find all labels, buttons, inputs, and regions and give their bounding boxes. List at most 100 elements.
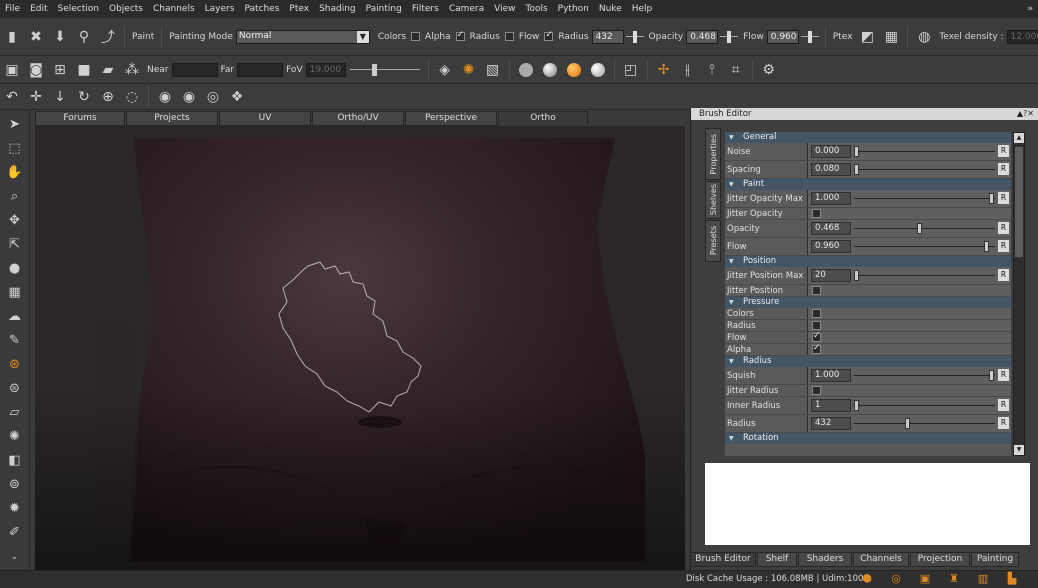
section-paint[interactable]: Paint xyxy=(725,179,1011,190)
new-file-icon[interactable]: ▮ xyxy=(2,27,22,47)
menu-item-view[interactable]: View xyxy=(489,4,520,14)
fill-icon[interactable]: ⊚ xyxy=(5,475,25,494)
opacity-field[interactable]: 0.468 xyxy=(686,29,719,44)
property-checkbox[interactable] xyxy=(812,343,821,354)
property-checkbox[interactable] xyxy=(812,386,821,395)
reset-button[interactable]: R xyxy=(998,369,1009,381)
property-slider[interactable] xyxy=(854,169,995,170)
reset-button[interactable]: R xyxy=(998,222,1009,234)
sponge-icon[interactable]: ✹ xyxy=(5,499,25,518)
painting-mode-select[interactable]: Normal ▼ xyxy=(235,29,370,44)
flow-checkbox[interactable] xyxy=(544,30,554,41)
section-rotation[interactable]: Rotation xyxy=(725,433,1011,444)
property-slider[interactable] xyxy=(854,198,995,199)
menu-item-channels[interactable]: Channels xyxy=(148,4,200,14)
globe-icon[interactable]: ◍ xyxy=(914,27,934,47)
texel-density-field[interactable]: 12.000 xyxy=(1006,29,1038,44)
flow-field[interactable]: 0.960 xyxy=(766,29,799,44)
library-icon[interactable]: ▥ xyxy=(974,572,992,586)
property-value-field[interactable]: 0.000 xyxy=(811,145,851,158)
rotate-icon[interactable]: ↻ xyxy=(74,87,94,107)
bottom-tab-shelf[interactable]: Shelf xyxy=(757,552,797,567)
chevron-down-icon[interactable]: ▼ xyxy=(356,30,369,43)
far-field[interactable] xyxy=(237,62,284,77)
lasso-icon[interactable]: ◌ xyxy=(122,87,142,107)
eye-outline-icon[interactable]: ◎ xyxy=(203,87,223,107)
alpha-checkbox[interactable] xyxy=(455,30,465,41)
sphere-shaded-icon[interactable] xyxy=(542,62,557,77)
property-slider[interactable] xyxy=(854,228,995,229)
colors-checkbox[interactable] xyxy=(411,32,421,41)
slider-thumb[interactable] xyxy=(917,223,923,234)
side-tab-properties[interactable]: Properties xyxy=(705,128,721,180)
bucket-icon[interactable]: ▙ xyxy=(1003,572,1021,586)
solid-cube-icon[interactable]: ■ xyxy=(74,60,94,80)
reset-button[interactable]: R xyxy=(998,192,1009,204)
marquee-select-icon[interactable]: ⬚ xyxy=(5,139,25,158)
fov-slider[interactable] xyxy=(349,63,420,76)
import-icon[interactable]: ⬇ xyxy=(50,27,70,47)
section-pressure[interactable]: Pressure xyxy=(725,297,1011,308)
gradient-icon[interactable]: ◧ xyxy=(5,451,25,470)
snap-icon[interactable]: ⚙ xyxy=(759,60,779,80)
target-icon[interactable]: ◎ xyxy=(887,572,905,586)
tab-forums[interactable]: Forums xyxy=(35,111,125,126)
expand-icon[interactable]: ⌄ xyxy=(5,547,25,566)
panel-window-controls[interactable]: ▲?✕ xyxy=(1017,108,1034,120)
sphere-specular-icon[interactable] xyxy=(590,62,605,77)
link-icon[interactable]: ⚲ xyxy=(74,27,94,47)
opacity-slider[interactable] xyxy=(720,30,739,43)
bottom-tab-channels[interactable]: Channels xyxy=(853,552,909,567)
menu-item-patches[interactable]: Patches xyxy=(239,4,284,14)
property-value-field[interactable]: 432 xyxy=(811,417,851,430)
eyedropper-icon[interactable]: ✐ xyxy=(5,523,25,542)
render-icon[interactable]: ◰ xyxy=(621,60,641,80)
hand-icon[interactable]: ✋ xyxy=(5,163,25,182)
menu-item-edit[interactable]: Edit xyxy=(25,4,52,14)
property-checkbox[interactable] xyxy=(812,309,821,318)
book-icon[interactable]: ▰ xyxy=(98,60,118,80)
frame-icon[interactable]: ▣ xyxy=(916,572,934,586)
menu-item-objects[interactable]: Objects xyxy=(104,4,148,14)
property-slider[interactable] xyxy=(854,423,995,424)
move-icon[interactable]: ✛ xyxy=(26,87,46,107)
tab-ortho-uv[interactable]: Ortho/UV xyxy=(312,111,404,126)
menu-item-selection[interactable]: Selection xyxy=(53,4,104,14)
menu-item-python[interactable]: Python xyxy=(553,4,594,14)
reset-button[interactable]: R xyxy=(998,417,1009,429)
pan-icon[interactable]: ✥ xyxy=(5,211,25,230)
blur-icon[interactable]: ✺ xyxy=(5,427,25,446)
cube-icon[interactable]: ▣ xyxy=(2,60,22,80)
reset-button[interactable]: R xyxy=(998,163,1009,175)
flow-slider[interactable] xyxy=(800,30,819,43)
tab-perspective[interactable]: Perspective xyxy=(405,111,497,126)
menu-item-painting[interactable]: Painting xyxy=(361,4,407,14)
menu-item-layers[interactable]: Layers xyxy=(200,4,240,14)
eraser-icon[interactable]: ▱ xyxy=(5,403,25,422)
menu-item-nuke[interactable]: Nuke xyxy=(594,4,627,14)
ptex-grid-icon[interactable]: ▦ xyxy=(881,27,901,47)
property-checkbox[interactable] xyxy=(812,286,821,295)
grass-icon[interactable]: ⁂ xyxy=(122,60,142,80)
scroll-down-icon[interactable]: ▼ xyxy=(1014,445,1024,455)
menu-overflow-icon[interactable]: » xyxy=(1022,4,1038,14)
property-value-field[interactable]: 20 xyxy=(811,269,851,282)
bottom-tab-brush-editor[interactable]: Brush Editor xyxy=(690,552,756,567)
camera-icon[interactable]: ◙ xyxy=(26,60,46,80)
scroll-thumb[interactable] xyxy=(1015,147,1023,257)
share-icon[interactable]: ⤴ xyxy=(98,27,118,47)
slider-thumb[interactable] xyxy=(854,400,859,411)
bottom-tab-shaders[interactable]: Shaders xyxy=(798,552,852,567)
pivot-icon[interactable]: ✢ xyxy=(654,60,674,80)
property-slider[interactable] xyxy=(854,246,995,247)
reset-button[interactable]: R xyxy=(998,240,1009,252)
slider-thumb[interactable] xyxy=(905,418,911,429)
sphere-flat-icon[interactable] xyxy=(518,62,533,77)
side-tab-presets[interactable]: Presets xyxy=(705,220,721,262)
property-value-field[interactable]: 1 xyxy=(811,399,851,412)
bottom-tab-painting[interactable]: Painting xyxy=(971,552,1019,567)
radius-checkbox[interactable] xyxy=(504,32,514,41)
property-value-field[interactable]: 0.080 xyxy=(811,163,851,176)
frame-icon[interactable]: ⊞ xyxy=(50,60,70,80)
property-checkbox[interactable] xyxy=(812,321,821,330)
